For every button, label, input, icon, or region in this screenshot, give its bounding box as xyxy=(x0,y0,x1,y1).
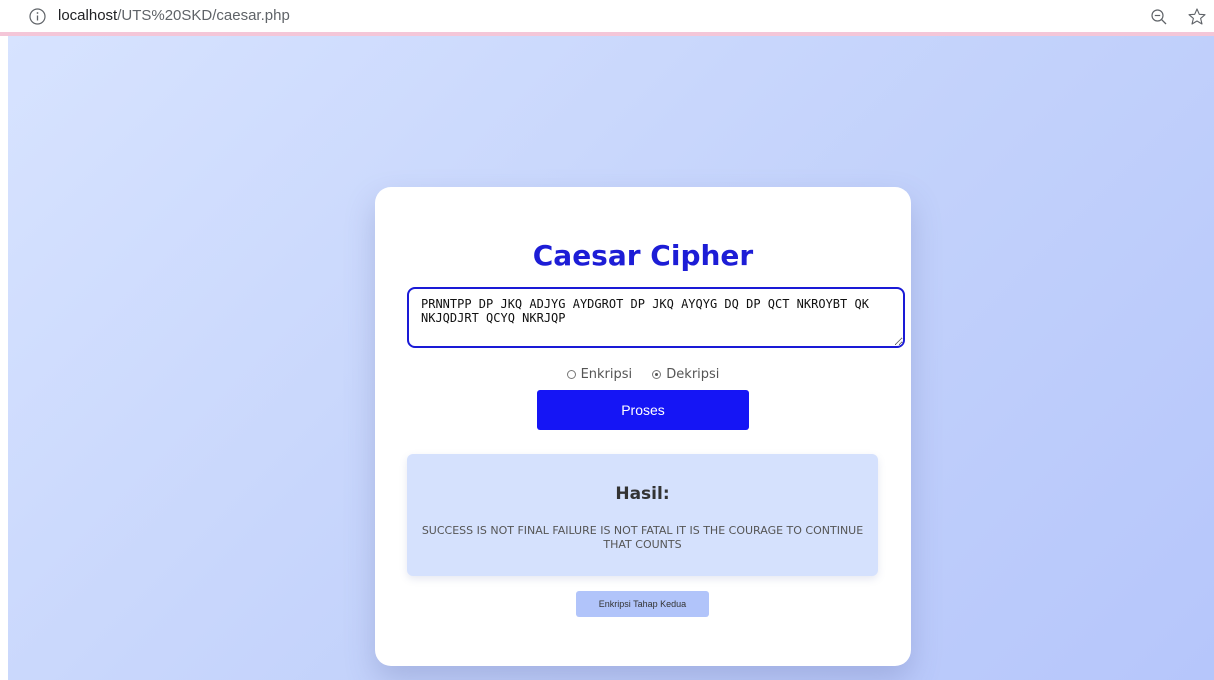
url-path: /UTS%20SKD/caesar.php xyxy=(117,7,290,24)
info-icon[interactable] xyxy=(29,8,46,25)
mode-radio-group: Enkripsi Dekripsi xyxy=(375,367,911,383)
page-viewport: Caesar Cipher PRNNTPP DP JKQ ADJYG AYDGR… xyxy=(8,36,1214,680)
decrypt-radio-label: Dekripsi xyxy=(666,367,720,382)
encrypt-radio[interactable]: Enkripsi xyxy=(566,367,633,382)
process-button[interactable]: Proses xyxy=(537,390,749,430)
result-panel: Hasil: SUCCESS IS NOT FINAL FAILURE IS N… xyxy=(407,454,878,576)
decrypt-radio[interactable]: Dekripsi xyxy=(652,367,719,382)
cipher-text-input[interactable]: PRNNTPP DP JKQ ADJYG AYDGROT DP JKQ AYQY… xyxy=(407,287,905,348)
page-title: Caesar Cipher xyxy=(532,239,754,272)
url-host: localhost xyxy=(58,7,118,24)
encrypt-radio-circle[interactable] xyxy=(566,370,576,379)
decrypt-radio-circle[interactable] xyxy=(652,370,662,379)
address-bar: localhost/UTS%20SKD/caesar.php xyxy=(0,0,1214,36)
result-heading: Hasil: xyxy=(615,484,670,504)
result-text: SUCCESS IS NOT FINAL FAILURE IS NOT FATA… xyxy=(421,524,864,551)
encrypt-radio-label: Enkripsi xyxy=(580,367,633,382)
star-icon[interactable] xyxy=(1187,7,1207,27)
cipher-card: Caesar Cipher PRNNTPP DP JKQ ADJYG AYDGR… xyxy=(375,187,911,666)
second-stage-encrypt-button[interactable]: Enkripsi Tahap Kedua xyxy=(576,591,709,617)
zoom-out-icon[interactable] xyxy=(1150,8,1168,26)
url-field[interactable]: localhost/UTS%20SKD/caesar.php xyxy=(58,7,290,24)
